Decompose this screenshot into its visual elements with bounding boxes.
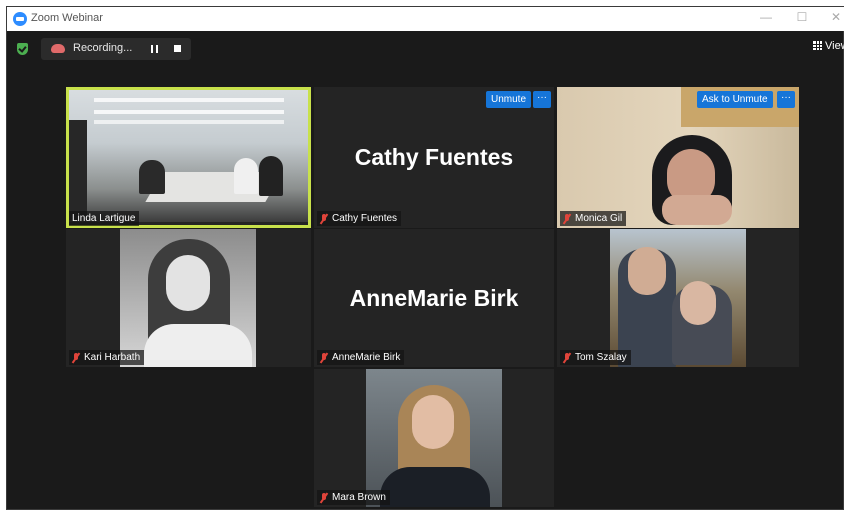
stop-recording-button[interactable] bbox=[174, 45, 181, 52]
participant-name: Tom Szalay bbox=[575, 352, 627, 363]
participant-name-tag: AnneMarie Birk bbox=[317, 350, 405, 365]
grid-view-icon bbox=[813, 41, 822, 50]
mic-muted-icon bbox=[563, 352, 571, 363]
participant-name: Mara Brown bbox=[332, 492, 386, 503]
view-button[interactable]: View bbox=[813, 40, 844, 52]
participant-video bbox=[557, 87, 799, 228]
conference-room-video bbox=[69, 90, 308, 222]
participant-name-tag: Cathy Fuentes bbox=[317, 211, 402, 226]
recording-label: Recording... bbox=[73, 42, 133, 54]
mic-muted-icon bbox=[320, 352, 328, 363]
zoom-webinar-window: Zoom Webinar — ☐ ✕ Recording... View Lin… bbox=[6, 6, 844, 510]
ask-to-unmute-button[interactable]: Ask to Unmute bbox=[697, 91, 773, 108]
participant-display-name: AnneMarie Birk bbox=[349, 284, 519, 311]
participant-photo bbox=[366, 369, 502, 507]
view-label: View bbox=[825, 40, 844, 52]
security-shield-icon[interactable] bbox=[17, 43, 28, 55]
participant-name: Linda Lartigue bbox=[72, 213, 136, 224]
maximize-button[interactable]: ☐ bbox=[793, 10, 811, 24]
participant-name: Monica Gil bbox=[575, 213, 623, 224]
mic-muted-icon bbox=[320, 213, 328, 224]
video-tile-annemarie-birk[interactable]: AnneMarie Birk AnneMarie Birk bbox=[314, 229, 554, 367]
participant-name-tag: Mara Brown bbox=[317, 490, 390, 505]
meeting-top-bar: Recording... View bbox=[7, 31, 844, 67]
video-tile-cathy-fuentes[interactable]: Cathy Fuentes Unmute ··· Cathy Fuentes bbox=[314, 87, 554, 228]
mic-muted-icon bbox=[563, 213, 571, 224]
participant-name: Kari Harbath bbox=[84, 352, 141, 363]
more-options-button[interactable]: ··· bbox=[533, 91, 551, 108]
participant-name-tag: Kari Harbath bbox=[69, 350, 145, 365]
title-bar: Zoom Webinar — ☐ ✕ bbox=[7, 7, 844, 31]
video-tile-kari-harbath[interactable]: Kari Harbath bbox=[66, 229, 311, 367]
participant-name-tag: Monica Gil bbox=[560, 211, 627, 226]
participant-photo bbox=[120, 229, 256, 367]
mic-muted-icon bbox=[72, 352, 80, 363]
video-tile-monica-gil[interactable]: Ask to Unmute ··· Monica Gil bbox=[557, 87, 799, 228]
participant-display-name: Cathy Fuentes bbox=[354, 144, 514, 170]
zoom-app-icon bbox=[13, 12, 27, 26]
recording-indicator: Recording... bbox=[41, 38, 191, 60]
participant-name-tag: Tom Szalay bbox=[560, 350, 631, 365]
window-title: Zoom Webinar bbox=[31, 12, 103, 24]
mic-muted-icon bbox=[320, 492, 328, 503]
video-tile-mara-brown[interactable]: Mara Brown bbox=[314, 369, 554, 507]
video-tile-linda-lartigue[interactable]: Linda Lartigue bbox=[66, 87, 311, 228]
more-options-button[interactable]: ··· bbox=[777, 91, 795, 108]
participant-name-tag: Linda Lartigue bbox=[69, 211, 140, 226]
minimize-button[interactable]: — bbox=[757, 10, 775, 24]
participant-name: AnneMarie Birk bbox=[332, 352, 401, 363]
participant-photo bbox=[610, 229, 746, 367]
close-button[interactable]: ✕ bbox=[827, 10, 844, 24]
cloud-recording-icon bbox=[51, 44, 65, 53]
unmute-button[interactable]: Unmute bbox=[486, 91, 532, 108]
video-tile-tom-szalay[interactable]: Tom Szalay bbox=[557, 229, 799, 367]
participant-name: Cathy Fuentes bbox=[332, 213, 398, 224]
pause-recording-button[interactable] bbox=[151, 45, 158, 53]
